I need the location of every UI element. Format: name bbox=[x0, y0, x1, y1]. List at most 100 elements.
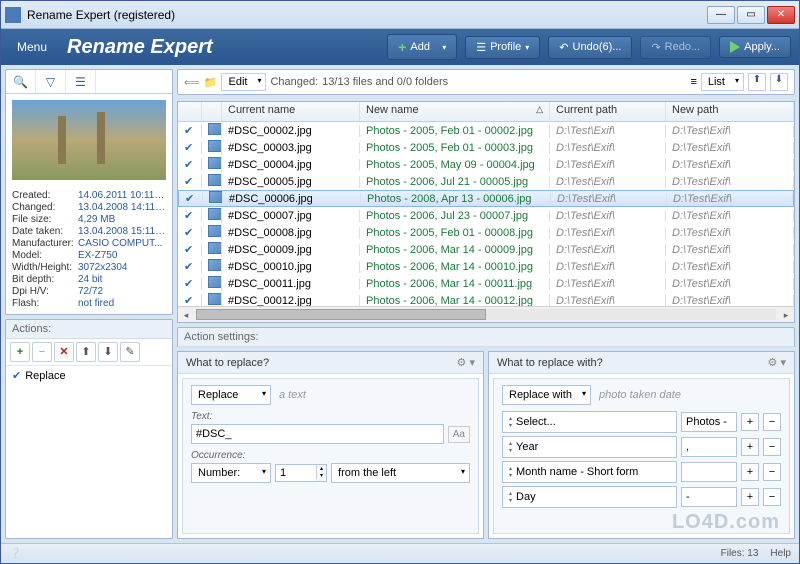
check-icon[interactable]: ✔ bbox=[184, 125, 193, 137]
horizontal-scrollbar[interactable]: ◂▸ bbox=[178, 306, 794, 322]
col-new-name[interactable]: New name △ bbox=[360, 102, 550, 121]
check-icon[interactable]: ✔ bbox=[184, 295, 193, 306]
action-delete-button[interactable]: ✕ bbox=[54, 342, 74, 362]
rw-day-chip[interactable]: ▴▾Day bbox=[502, 486, 677, 508]
move-down-button[interactable]: ⬇ bbox=[770, 73, 788, 91]
action-up-button[interactable]: ⬆ bbox=[76, 342, 96, 362]
rw-add-button[interactable]: + bbox=[741, 488, 759, 506]
table-row[interactable]: ✔#DSC_00007.jpgPhotos - 2006, Jul 23 - 0… bbox=[178, 207, 794, 224]
rw-add-button[interactable]: + bbox=[741, 463, 759, 481]
rw-remove-button[interactable]: − bbox=[763, 463, 781, 481]
table-row[interactable]: ✔#DSC_00008.jpgPhotos - 2005, Feb 01 - 0… bbox=[178, 224, 794, 241]
image-file-icon bbox=[208, 242, 222, 254]
case-toggle[interactable]: Aa bbox=[448, 426, 470, 443]
current-path: D:\Test\Exif\ bbox=[550, 278, 666, 290]
new-name: Photos - 2006, Mar 14 - 00012.jpg bbox=[360, 295, 550, 307]
replace-with-mode-dropdown[interactable]: Replace with bbox=[502, 385, 591, 405]
current-name: #DSC_00012.jpg bbox=[222, 295, 360, 307]
minimize-button[interactable]: — bbox=[707, 6, 735, 24]
apply-button[interactable]: Apply... bbox=[719, 36, 791, 58]
action-down-button[interactable]: ⬇ bbox=[98, 342, 118, 362]
table-row[interactable]: ✔#DSC_00004.jpgPhotos - 2005, May 09 - 0… bbox=[178, 156, 794, 173]
action-remove-button[interactable]: − bbox=[32, 342, 52, 362]
close-button[interactable]: ✕ bbox=[767, 6, 795, 24]
rw-year-value[interactable] bbox=[681, 437, 737, 457]
check-icon[interactable]: ✔ bbox=[184, 227, 193, 239]
image-file-icon bbox=[208, 293, 222, 305]
menu-button[interactable]: Menu bbox=[9, 36, 55, 58]
rw-year-chip[interactable]: ▴▾Year bbox=[502, 436, 677, 458]
rw-remove-button[interactable]: − bbox=[763, 488, 781, 506]
rw-remove-button[interactable]: − bbox=[763, 438, 781, 456]
rw-month-value[interactable] bbox=[681, 462, 737, 482]
edit-dropdown[interactable]: Edit bbox=[221, 73, 266, 91]
occurrence-number-spinner[interactable]: ▴▾ bbox=[275, 464, 327, 482]
check-icon: ✔ bbox=[12, 369, 21, 382]
rw-select-value[interactable] bbox=[681, 412, 737, 432]
current-name: #DSC_00002.jpg bbox=[222, 125, 360, 137]
changed-label: Changed: bbox=[270, 76, 318, 88]
table-row[interactable]: ✔#DSC_00010.jpgPhotos - 2006, Mar 14 - 0… bbox=[178, 258, 794, 275]
profile-button[interactable]: ☰Profile▾ bbox=[465, 36, 540, 59]
table-row[interactable]: ✔#DSC_00011.jpgPhotos - 2006, Mar 14 - 0… bbox=[178, 275, 794, 292]
rw-remove-button[interactable]: − bbox=[763, 413, 781, 431]
move-up-button[interactable]: ⬆ bbox=[748, 73, 766, 91]
occurrence-type-dropdown[interactable]: Number: bbox=[191, 463, 271, 483]
action-add-button[interactable]: + bbox=[10, 342, 30, 362]
action-item-replace[interactable]: ✔ Replace bbox=[6, 366, 172, 385]
titlebar[interactable]: Rename Expert (registered) — ▭ ✕ bbox=[1, 1, 799, 29]
metadata-panel: Created:14.06.2011 10:11:30 Changed:13.0… bbox=[6, 186, 172, 314]
image-file-icon bbox=[208, 140, 222, 152]
table-row[interactable]: ✔#DSC_00003.jpgPhotos - 2005, Feb 01 - 0… bbox=[178, 139, 794, 156]
action-edit-button[interactable]: ✎ bbox=[120, 342, 140, 362]
table-row[interactable]: ✔#DSC_00006.jpgPhotos - 2008, Apr 13 - 0… bbox=[178, 190, 794, 207]
current-path: D:\Test\Exif\ bbox=[550, 125, 666, 137]
check-icon[interactable]: ✔ bbox=[184, 176, 193, 188]
current-path: D:\Test\Exif\ bbox=[550, 244, 666, 256]
rw-day-value[interactable] bbox=[681, 487, 737, 507]
table-row[interactable]: ✔#DSC_00005.jpgPhotos - 2006, Jul 21 - 0… bbox=[178, 173, 794, 190]
maximize-button[interactable]: ▭ bbox=[737, 6, 765, 24]
current-name: #DSC_00004.jpg bbox=[222, 159, 360, 171]
table-row[interactable]: ✔ #DSC_00012.jpgPhotos - 2006, Mar 14 - 0… bbox=[178, 292, 794, 306]
view-dropdown[interactable]: List bbox=[701, 73, 744, 91]
replace-mode-dropdown[interactable]: Replace bbox=[191, 385, 271, 405]
undo-button[interactable]: ↶Undo(6)... bbox=[548, 36, 632, 59]
rw-add-button[interactable]: + bbox=[741, 438, 759, 456]
new-name: Photos - 2006, Jul 21 - 00005.jpg bbox=[360, 176, 550, 188]
rw-month-chip[interactable]: ▴▾Month name - Short form bbox=[502, 461, 677, 483]
check-icon[interactable]: ✔ bbox=[184, 261, 193, 273]
current-name: #DSC_00003.jpg bbox=[222, 142, 360, 154]
new-path: D:\Test\Exif\ bbox=[666, 278, 794, 290]
app-window: Rename Expert (registered) — ▭ ✕ Menu Re… bbox=[0, 0, 800, 564]
new-name: Photos - 2005, Feb 01 - 00008.jpg bbox=[360, 227, 550, 239]
check-icon[interactable]: ✔ bbox=[184, 142, 193, 154]
rw-select-chip[interactable]: ▴▾Select... bbox=[502, 411, 677, 433]
gear-icon[interactable]: ⚙ ▾ bbox=[768, 356, 786, 369]
col-current-name[interactable]: Current name bbox=[222, 102, 360, 121]
check-icon[interactable]: ✔ bbox=[185, 193, 194, 205]
folder-icon[interactable]: 📁 bbox=[204, 76, 218, 89]
preview-filter-tab[interactable]: ▽ bbox=[36, 70, 66, 93]
new-path: D:\Test\Exif\ bbox=[666, 295, 794, 307]
redo-button[interactable]: ↷Redo... bbox=[640, 36, 711, 59]
add-button[interactable]: +Add▾ bbox=[387, 34, 457, 60]
replace-text-input[interactable] bbox=[191, 424, 444, 444]
check-icon[interactable]: ✔ bbox=[184, 278, 193, 290]
table-row[interactable]: ✔#DSC_00009.jpgPhotos - 2006, Mar 14 - 0… bbox=[178, 241, 794, 258]
table-row[interactable]: ✔#DSC_00002.jpgPhotos - 2005, Feb 01 - 0… bbox=[178, 122, 794, 139]
rw-add-button[interactable]: + bbox=[741, 413, 759, 431]
nav-back-icon[interactable]: ⟸ bbox=[184, 76, 200, 89]
preview-list-tab[interactable]: ☰ bbox=[66, 70, 96, 93]
status-help[interactable]: ❔ bbox=[9, 548, 21, 559]
gear-icon[interactable]: ⚙ ▾ bbox=[457, 356, 475, 369]
check-icon[interactable]: ✔ bbox=[184, 159, 193, 171]
col-new-path[interactable]: New path bbox=[666, 102, 794, 121]
check-icon[interactable]: ✔ bbox=[184, 210, 193, 222]
occurrence-from-dropdown[interactable]: from the left bbox=[331, 463, 470, 483]
preview-zoom-tab[interactable]: 🔍 bbox=[6, 70, 36, 93]
check-icon[interactable]: ✔ bbox=[184, 244, 193, 256]
col-current-path[interactable]: Current path bbox=[550, 102, 666, 121]
current-name: #DSC_00006.jpg bbox=[223, 193, 361, 205]
window-title: Rename Expert (registered) bbox=[27, 8, 707, 22]
